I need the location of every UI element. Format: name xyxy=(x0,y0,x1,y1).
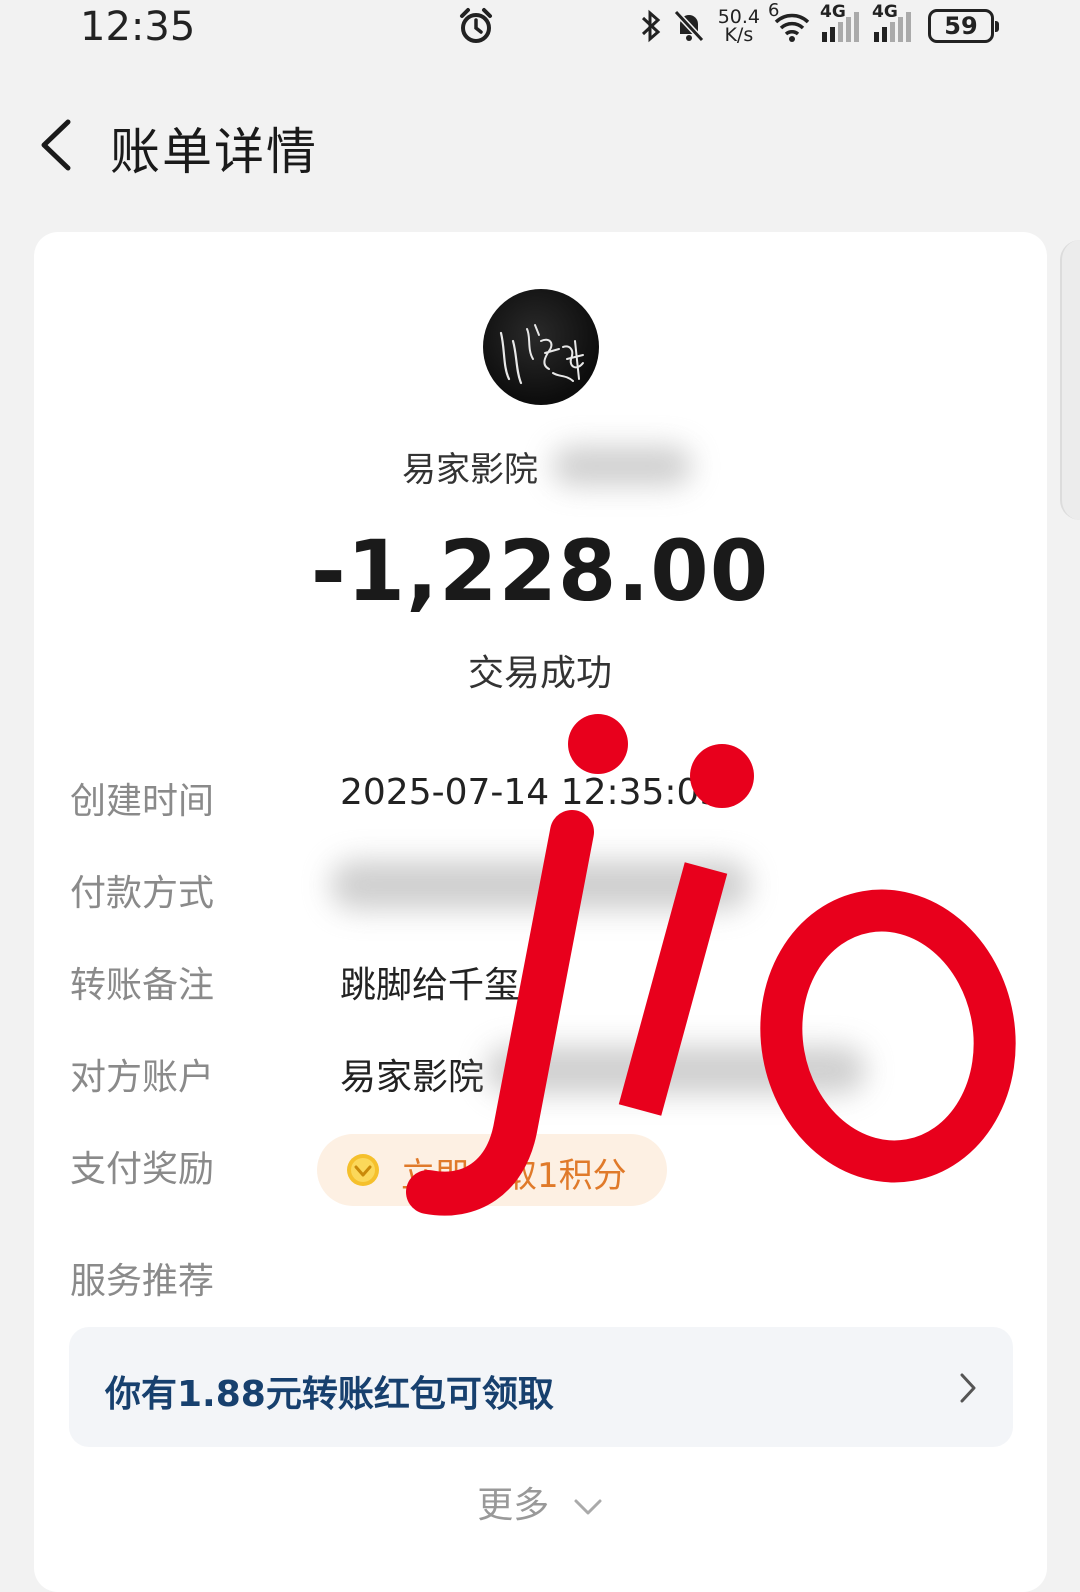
alarm-icon xyxy=(460,8,492,43)
status-time: 12:35 xyxy=(80,4,196,50)
sim2-label: 4G xyxy=(872,2,898,22)
more-button[interactable]: 更多 xyxy=(0,1476,1080,1528)
sim1-label: 4G xyxy=(820,2,846,22)
status-icons: 50.4 K/s 6 4G 4G 59 xyxy=(638,0,999,48)
merchant-avatar xyxy=(483,289,599,405)
red-packet-promo-text: 你有1.88元转账红包可领取 xyxy=(105,1374,554,1415)
net-speed: 50.4 K/s xyxy=(718,8,760,46)
wifi-group: 6 xyxy=(768,0,812,44)
merchant-name-row: 易家影院 xyxy=(0,442,1080,491)
coin-icon xyxy=(347,1154,379,1186)
wifi-label: 6 xyxy=(768,0,780,21)
redacted-region xyxy=(552,446,692,486)
counterparty-value: 易家影院 xyxy=(340,1057,485,1098)
created-time-value: 2025-07-14 12:35:05 xyxy=(340,772,723,813)
page-title: 账单详情 xyxy=(110,123,318,181)
sim2-signal: 4G xyxy=(872,2,916,44)
red-packet-promo[interactable]: 你有1.88元转账红包可领取 xyxy=(69,1327,1013,1447)
transaction-status: 交易成功 xyxy=(467,653,612,694)
more-label: 更多 xyxy=(477,1485,550,1526)
back-arrow-icon[interactable] xyxy=(30,114,90,176)
battery-icon: 59 xyxy=(928,9,999,43)
signature-logo xyxy=(499,324,584,385)
net-speed-unit: K/s xyxy=(724,24,754,46)
battery-level: 59 xyxy=(944,12,978,40)
bluetooth-icon xyxy=(641,9,660,43)
header: 账单详情 xyxy=(0,100,1080,190)
counterparty-label: 对方账户 xyxy=(70,1057,215,1098)
payment-method-label: 付款方式 xyxy=(70,873,215,914)
transaction-amount: -1,228.00 xyxy=(310,522,770,620)
redacted-counterparty xyxy=(486,1046,866,1094)
created-time-label: 创建时间 xyxy=(70,781,215,822)
service-recommend-label: 服务推荐 xyxy=(70,1261,215,1302)
status-bar: 12:35 50.4 K/s 6 4G 4G 59 xyxy=(0,0,1080,60)
merchant-name: 易家影院 xyxy=(402,450,538,490)
redacted-payment-method xyxy=(330,860,750,910)
claim-points-text: 立即领取1积分 xyxy=(401,1156,627,1196)
mute-bell-icon xyxy=(673,9,704,43)
sim1-signal: 4G xyxy=(820,2,864,44)
transfer-note-label: 转账备注 xyxy=(70,965,215,1006)
transfer-note-value: 跳脚给千玺 xyxy=(340,965,521,1006)
chevron-down-icon xyxy=(574,1499,602,1515)
claim-points-button[interactable]: 立即领取1积分 xyxy=(317,1134,667,1206)
payment-reward-label: 支付奖励 xyxy=(70,1149,215,1190)
chevron-right-icon xyxy=(960,1373,976,1403)
